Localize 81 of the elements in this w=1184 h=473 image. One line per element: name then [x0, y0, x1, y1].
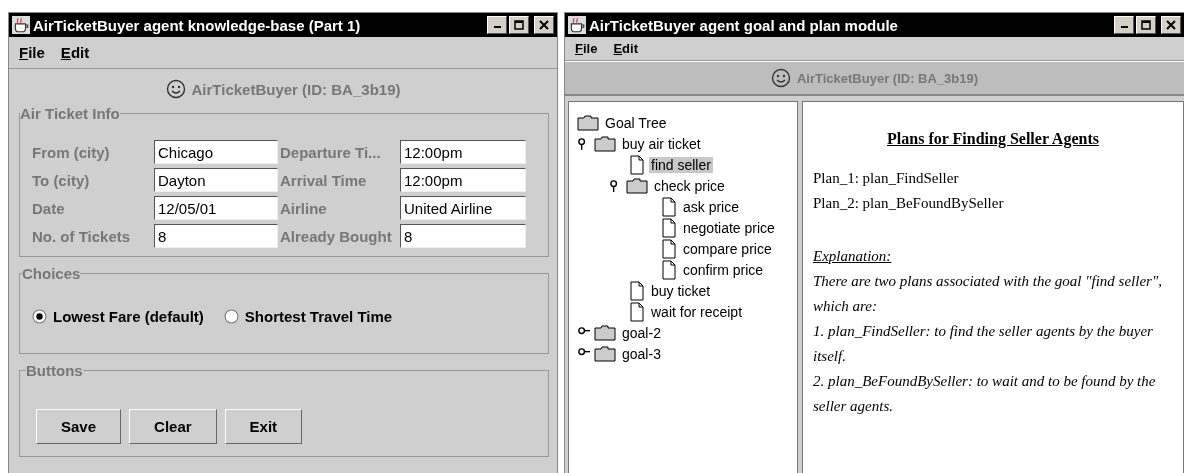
document-icon — [661, 196, 677, 217]
field-label: Airline — [279, 199, 328, 217]
tree-item[interactable]: Goal Tree — [603, 114, 669, 131]
tree-item[interactable]: ask price — [681, 198, 742, 215]
group-title: Buttons — [26, 362, 83, 379]
document-icon — [629, 154, 645, 175]
maximize-icon — [513, 19, 525, 31]
coffee-cup-icon — [568, 16, 586, 34]
maximize-button[interactable] — [1136, 16, 1156, 34]
plan-heading: Plans for Finding Seller Agents — [886, 130, 1100, 148]
text-field[interactable]: 8 — [400, 224, 526, 248]
text-field[interactable]: Dayton — [154, 168, 278, 192]
maximize-button[interactable] — [509, 16, 529, 34]
tree-item[interactable]: buy ticket — [649, 282, 713, 299]
radio-label[interactable]: Lowest Fare (default) — [53, 308, 204, 325]
minimize-icon — [1120, 26, 1128, 28]
field-label: Already Bought — [279, 227, 393, 245]
field-label: To (city) — [31, 171, 91, 189]
explanation-text: 1. plan_FindSeller: to find the seller agents by the buyer itself. — [813, 322, 1154, 366]
group-title: Choices — [22, 265, 81, 282]
tree-item[interactable]: goal-3 — [620, 345, 663, 362]
field-label: Date — [31, 199, 66, 217]
push-button[interactable]: Clear — [129, 409, 217, 444]
agent-label: AirTicketBuyer (ID: BA_3b19) — [796, 70, 979, 86]
window-title: AirTicketBuyer agent goal and plan module — [589, 16, 899, 34]
agent-label: AirTicketBuyer (ID: BA_3b19) — [191, 80, 401, 98]
field-label: From (city) — [31, 143, 111, 161]
tree-item[interactable]: find seller — [649, 156, 713, 173]
folder-icon — [594, 324, 616, 341]
document-icon — [661, 217, 677, 238]
radio-button[interactable] — [32, 309, 47, 324]
minimize-button[interactable] — [487, 16, 507, 34]
text-field[interactable]: United Airline — [400, 196, 526, 220]
smiley-icon — [770, 68, 791, 88]
folder-icon — [594, 135, 616, 152]
field-label: Departure Ti... — [279, 143, 382, 161]
field-label: No. of Tickets — [31, 227, 132, 245]
text-field[interactable]: 8 — [154, 224, 278, 248]
radio-button[interactable] — [223, 309, 239, 324]
text-field[interactable]: 12/05/01 — [154, 196, 278, 220]
field-label: Arrival Time — [279, 171, 368, 189]
close-button[interactable] — [534, 16, 554, 34]
text-field[interactable]: 12:00pm — [400, 140, 526, 164]
push-button[interactable]: Save — [36, 409, 122, 444]
plan-line: Plan_2: plan_BeFoundBySeller — [813, 194, 1005, 213]
minimize-icon — [493, 26, 501, 28]
window-title: AirTicketBuyer agent knowledge-base (Part 1) — [33, 16, 362, 34]
tree-item[interactable]: wait for receipt — [649, 303, 745, 320]
explanation-text: There are two plans associated with the goal "find seller", which are: — [813, 272, 1163, 316]
tree-item[interactable]: compare price — [681, 240, 774, 257]
document-icon — [661, 259, 677, 280]
minimize-button[interactable] — [1114, 16, 1134, 34]
radio-label[interactable]: Shortest Travel Time — [244, 308, 393, 325]
folder-icon — [626, 177, 648, 194]
menu-item[interactable]: Edit — [60, 44, 90, 61]
tree-item[interactable]: negotiate price — [681, 219, 777, 236]
document-icon — [661, 238, 677, 259]
menu-item[interactable]: File — [575, 41, 598, 56]
explanation-title: Explanation: — [813, 247, 893, 266]
group-title: Air Ticket Info — [20, 105, 120, 122]
maximize-icon — [1140, 19, 1152, 31]
tree-item[interactable]: check price — [652, 177, 727, 194]
document-icon — [629, 280, 645, 301]
text-field[interactable]: Chicago — [154, 140, 278, 164]
menu-item[interactable]: File — [19, 44, 45, 61]
tree-item[interactable]: confirm price — [681, 261, 766, 278]
document-icon — [629, 301, 645, 322]
folder-icon — [577, 114, 599, 131]
text-field[interactable]: 12:00pm — [400, 168, 526, 192]
menu-item[interactable]: Edit — [613, 41, 638, 56]
smiley-icon — [165, 79, 186, 99]
tree-item[interactable]: buy air ticket — [620, 135, 703, 152]
plan-line: Plan_1: plan_FindSeller — [813, 169, 960, 188]
folder-icon — [594, 345, 616, 362]
explanation-text: 2. plan_BeFoundBySeller: to wait and to be found by the seller agents. — [813, 372, 1157, 416]
close-icon — [1165, 19, 1177, 31]
close-button[interactable] — [1161, 16, 1181, 34]
coffee-cup-icon — [12, 16, 30, 34]
push-button[interactable]: Exit — [224, 409, 303, 444]
close-icon — [538, 19, 550, 31]
tree-item[interactable]: goal-2 — [620, 324, 663, 341]
